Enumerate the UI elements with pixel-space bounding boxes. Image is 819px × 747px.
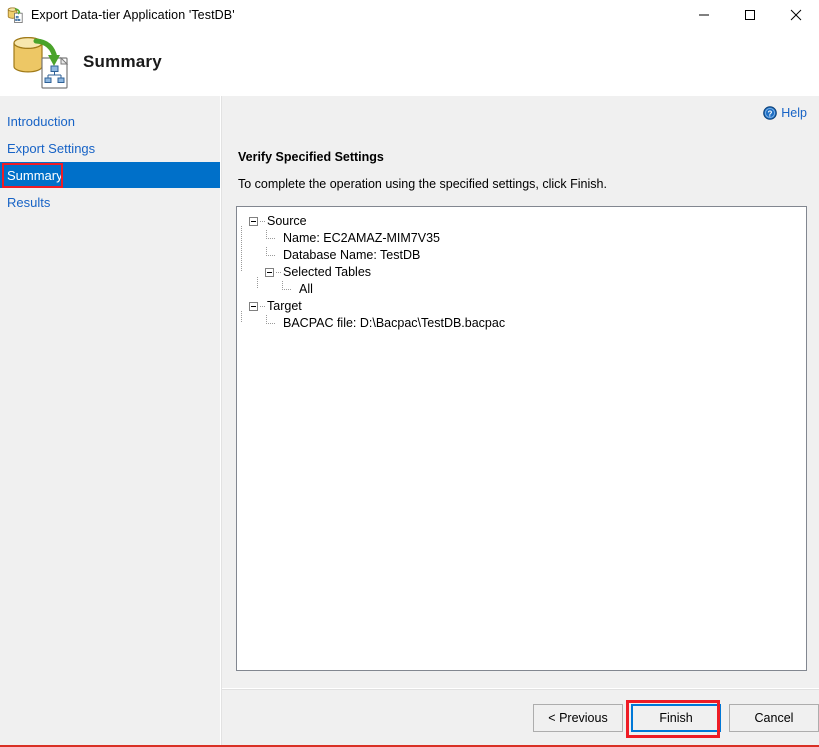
tree-connector: [282, 289, 292, 290]
tree-node[interactable]: Selected Tables: [249, 264, 806, 281]
settings-summary-tree[interactable]: Source Name: EC2AMAZ-MIM7V35 Database Name…: [236, 206, 807, 671]
minimize-button[interactable]: [681, 0, 727, 30]
tree-node-label: Target: [267, 299, 302, 313]
tree-connector: [241, 226, 242, 272]
sidebar-item-introduction[interactable]: Introduction: [0, 108, 220, 134]
tree-node-label: BACPAC file: D:\Bacpac\TestDB.bacpac: [283, 316, 506, 330]
tree-connector: [266, 230, 267, 239]
tree-node[interactable]: Name: EC2AMAZ-MIM7V35: [249, 230, 806, 247]
tree-connector: [266, 238, 276, 239]
tree-node-label: Source: [267, 214, 307, 228]
tree-connector: [266, 315, 267, 324]
tree-node-label: All: [299, 282, 313, 296]
tree-node-label: Selected Tables: [283, 265, 372, 279]
svg-text:?: ?: [768, 109, 773, 118]
help-circle-icon: ?: [763, 106, 778, 120]
window-title: Export Data-tier Application 'TestDB': [31, 8, 235, 22]
close-button[interactable]: [773, 0, 819, 30]
tree-connector: [257, 277, 258, 289]
tree-node[interactable]: Target: [249, 298, 806, 315]
tree-connector: [276, 272, 282, 273]
tree-connector: [260, 306, 266, 307]
sidebar-item-label: Export Settings: [7, 140, 96, 156]
tree-expander-collapse-icon[interactable]: [249, 217, 258, 226]
tree-connector: [266, 255, 276, 256]
page-title: Summary: [83, 52, 162, 71]
window-controls: [681, 0, 819, 30]
content-pane: ? Help Verify Specified Settings To comp…: [222, 96, 819, 747]
page-banner: Summary: [0, 30, 819, 96]
tree-expander-collapse-icon[interactable]: [265, 268, 274, 277]
help-link[interactable]: ? Help: [763, 106, 807, 120]
dialog-footer: < Previous Finish Cancel: [222, 690, 819, 747]
tree-node[interactable]: All: [249, 281, 806, 298]
tree-root: Source Name: EC2AMAZ-MIM7V35 Database Name…: [237, 207, 806, 332]
help-label: Help: [781, 106, 807, 120]
tree-connector: [266, 323, 276, 324]
previous-button[interactable]: < Previous: [533, 704, 623, 732]
sidebar-item-label: Results: [7, 194, 51, 210]
database-export-bacpac-icon: [8, 34, 72, 90]
tree-node[interactable]: Source: [249, 213, 806, 230]
maximize-button[interactable]: [727, 0, 773, 30]
tree-connector: [241, 311, 242, 323]
wizard-steps-sidebar: Introduction Export Settings Summary Res…: [0, 96, 220, 747]
tree-node[interactable]: BACPAC file: D:\Bacpac\TestDB.bacpac: [249, 315, 806, 332]
content-heading: Verify Specified Settings: [238, 150, 384, 164]
sidebar-item-results[interactable]: Results: [0, 189, 220, 215]
tree-connector: [260, 221, 266, 222]
tree-connector: [282, 281, 283, 290]
tree-node-label: Name: EC2AMAZ-MIM7V35: [283, 231, 440, 245]
title-bar: Export Data-tier Application 'TestDB': [0, 0, 819, 30]
tree-node-label: Database Name: TestDB: [283, 248, 421, 262]
sidebar-item-label: Summary: [7, 167, 63, 183]
cancel-button[interactable]: Cancel: [729, 704, 819, 732]
sidebar-item-label: Introduction: [7, 113, 75, 129]
finish-button[interactable]: Finish: [631, 704, 721, 732]
content-subtext: To complete the operation using the spec…: [238, 177, 607, 191]
sidebar-item-export-settings[interactable]: Export Settings: [0, 135, 220, 161]
tree-connector: [266, 247, 267, 256]
export-data-tier-app-icon: [6, 6, 24, 24]
tree-node[interactable]: Database Name: TestDB: [249, 247, 806, 264]
tree-expander-collapse-icon[interactable]: [249, 302, 258, 311]
sidebar-item-summary[interactable]: Summary: [0, 162, 220, 188]
